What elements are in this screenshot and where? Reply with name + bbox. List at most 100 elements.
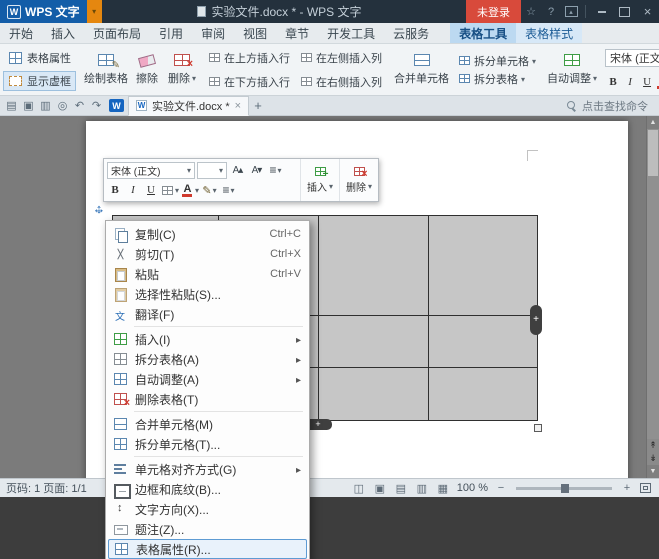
delete-button[interactable]: 删除: [164, 52, 200, 87]
menu-item-cut[interactable]: 剪切(T) Ctrl+X: [108, 244, 307, 264]
split-cells-button[interactable]: 拆分单元格: [455, 52, 539, 70]
menu-item-split-cells[interactable]: 拆分单元格(T)...: [108, 434, 307, 454]
redo-icon[interactable]: [88, 97, 105, 115]
font-size-combo[interactable]: [197, 162, 227, 179]
bullet-list-button[interactable]: [267, 162, 284, 179]
shrink-font-button[interactable]: [248, 162, 265, 179]
menu-item-cell-alignment[interactable]: 单元格对齐方式(G): [108, 459, 307, 479]
print-layout-icon[interactable]: [373, 481, 387, 495]
scroll-up-button[interactable]: [647, 116, 659, 129]
table-cell[interactable]: [429, 216, 537, 316]
login-button[interactable]: 未登录: [466, 0, 521, 23]
menu-item-paste[interactable]: 粘贴 Ctrl+V: [108, 264, 307, 284]
menu-item-insert[interactable]: 插入(I): [108, 329, 307, 349]
fullscreen-layout-icon[interactable]: [394, 481, 408, 495]
tab-review[interactable]: 审阅: [192, 23, 234, 43]
table-cell[interactable]: [429, 316, 537, 368]
insert-row-above-button[interactable]: 在上方插入行: [205, 49, 293, 67]
menu-item-caption[interactable]: 题注(Z)...: [108, 519, 307, 539]
tab-section[interactable]: 章节: [276, 23, 318, 43]
insert-row-below-button[interactable]: 在下方插入行: [205, 73, 293, 91]
table-resize-handle[interactable]: [534, 424, 542, 432]
help-icon[interactable]: ?: [541, 0, 561, 23]
show-gridlines-button[interactable]: 显示虚框: [3, 71, 76, 91]
zoom-in-button[interactable]: [621, 482, 633, 494]
merge-cells-button[interactable]: 合并单元格: [390, 52, 453, 87]
web-layout-icon[interactable]: [436, 481, 450, 495]
tab-home[interactable]: 开始: [0, 23, 42, 43]
tab-table-style[interactable]: 表格样式: [516, 23, 582, 43]
skin-icon[interactable]: [521, 0, 541, 23]
zoom-slider-thumb[interactable]: [561, 484, 569, 493]
grow-font-button[interactable]: [229, 162, 246, 179]
zoom-out-button[interactable]: [495, 482, 507, 494]
collapse-ribbon-button[interactable]: [561, 0, 581, 23]
print-preview-icon[interactable]: [54, 97, 71, 115]
italic-button[interactable]: I: [622, 74, 638, 90]
wps-logo-button[interactable]: W WPS 文字: [0, 0, 87, 23]
split-table-button[interactable]: 拆分表格: [455, 70, 539, 88]
underline-button[interactable]: U: [143, 182, 159, 198]
scrollbar-thumb[interactable]: [648, 130, 658, 176]
menu-item-table-properties[interactable]: 表格属性(R)...: [108, 539, 307, 559]
font-name-combo[interactable]: 宋体 (正文): [107, 162, 195, 179]
menu-item-delete-table[interactable]: 删除表格(T): [108, 389, 307, 409]
autofit-button[interactable]: 自动调整: [543, 52, 601, 87]
menu-item-merge-cells[interactable]: 合并单元格(M): [108, 414, 307, 434]
print-icon[interactable]: [37, 97, 54, 115]
menu-item-text-direction[interactable]: 文字方向(X)...: [108, 499, 307, 519]
font-color-button[interactable]: A: [181, 182, 199, 199]
add-column-handle[interactable]: [530, 305, 542, 335]
bold-button[interactable]: B: [107, 182, 123, 198]
insert-col-right-button[interactable]: 在右侧插入列: [297, 73, 385, 91]
tab-page-layout[interactable]: 页面布局: [84, 23, 150, 43]
table-cell[interactable]: [319, 368, 429, 420]
close-button[interactable]: [636, 0, 659, 23]
tab-insert[interactable]: 插入: [42, 23, 84, 43]
scroll-down-button[interactable]: [647, 465, 659, 478]
table-cell[interactable]: [319, 216, 429, 316]
eye-protect-mode-icon[interactable]: [352, 481, 366, 495]
table-cell[interactable]: [319, 316, 429, 368]
wps-menu-dropdown[interactable]: [87, 0, 102, 23]
delete-button[interactable]: 删除: [339, 159, 378, 201]
maximize-button[interactable]: [613, 0, 636, 23]
vertical-scrollbar[interactable]: [646, 116, 659, 478]
menu-item-translate[interactable]: 翻译(F): [108, 304, 307, 324]
font-name-combo[interactable]: 宋体 (正文): [605, 49, 659, 67]
outline-view-icon[interactable]: [415, 481, 429, 495]
insert-col-left-button[interactable]: 在左侧插入列: [297, 49, 385, 67]
border-button[interactable]: [161, 182, 179, 199]
table-properties-button[interactable]: 表格属性: [3, 48, 76, 68]
undo-icon[interactable]: [71, 97, 88, 115]
zoom-slider[interactable]: [516, 487, 612, 490]
menu-item-borders-shading[interactable]: 边框和底纹(B)...: [108, 479, 307, 499]
tab-view[interactable]: 视图: [234, 23, 276, 43]
new-tab-button[interactable]: [249, 97, 267, 115]
tab-table-tools[interactable]: 表格工具: [450, 23, 516, 43]
menu-item-split-table[interactable]: 拆分表格(A): [108, 349, 307, 369]
bold-button[interactable]: B: [605, 74, 621, 90]
tab-cloud[interactable]: 云服务: [384, 23, 438, 43]
menu-item-paste-special[interactable]: 选择性粘贴(S)...: [108, 284, 307, 304]
underline-button[interactable]: U: [639, 74, 655, 90]
new-document-icon[interactable]: [3, 97, 20, 115]
search-command[interactable]: 点击查找命令: [567, 98, 656, 114]
close-tab-icon[interactable]: [235, 100, 241, 112]
save-icon[interactable]: [20, 97, 37, 115]
tab-references[interactable]: 引用: [150, 23, 192, 43]
tab-developer[interactable]: 开发工具: [318, 23, 384, 43]
eraser-button[interactable]: 擦除: [132, 52, 162, 87]
draw-table-button[interactable]: 绘制表格: [80, 52, 132, 87]
menu-item-autofit[interactable]: 自动调整(A): [108, 369, 307, 389]
table-move-handle[interactable]: [91, 200, 107, 216]
document-tab[interactable]: W 实验文件.docx *: [128, 96, 249, 116]
insert-button[interactable]: 插入: [300, 159, 339, 201]
italic-button[interactable]: I: [125, 182, 141, 198]
menu-item-copy[interactable]: 复制(C) Ctrl+C: [108, 224, 307, 244]
fit-page-icon[interactable]: [640, 483, 651, 493]
minimize-button[interactable]: [590, 0, 613, 23]
previous-page-button[interactable]: [647, 439, 659, 452]
next-page-button[interactable]: [647, 452, 659, 465]
align-button[interactable]: [220, 182, 237, 199]
